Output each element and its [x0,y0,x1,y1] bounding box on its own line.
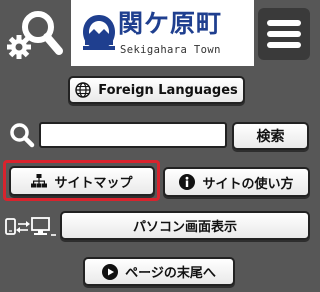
search-input[interactable] [39,122,227,148]
play-icon [102,263,119,280]
info-icon [179,174,196,190]
search-button[interactable]: 検索 [232,122,309,150]
page-bottom-button[interactable]: ページの末尾へ [83,257,235,286]
site-usage-label: サイトの使い方 [202,176,294,192]
town-emblem-icon [81,12,117,52]
menu-button[interactable] [258,8,310,60]
logo-title: 関ケ原町 [118,9,223,38]
page-bottom-label: ページの末尾へ [125,266,216,281]
site-usage-button[interactable]: サイトの使い方 [163,167,310,197]
device-switch-icon [5,217,57,237]
search-settings-icon[interactable] [7,8,63,60]
menu-bar [267,20,301,26]
sitemap-button[interactable]: サイトマップ [9,166,155,196]
sitemap-label: サイトマップ [54,175,133,191]
foreign-languages-label: Foreign Languages [98,82,238,98]
menu-bar [267,42,301,48]
search-icon [9,122,35,148]
globe-icon [75,82,91,98]
foreign-languages-button[interactable]: Foreign Languages [68,76,245,104]
logo-subtitle: Sekigahara Town [120,44,221,56]
sitemap-icon [31,174,48,188]
pc-display-button[interactable]: パソコン画面表示 [60,211,310,240]
menu-bar [267,31,301,37]
